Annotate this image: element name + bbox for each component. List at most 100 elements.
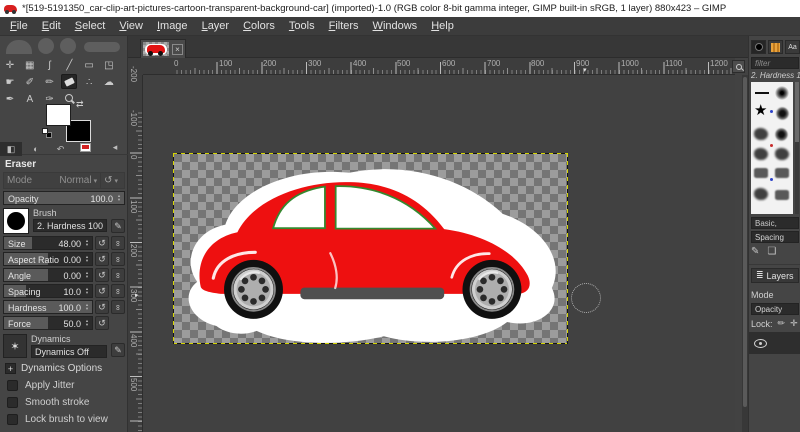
opacity-slider[interactable]: Opacity 100.0 ▴▾ [3,191,125,205]
angle-slider[interactable]: Angle 0.00 ▴▾ [3,268,93,282]
lock-brush-checkbox[interactable] [7,414,18,425]
menu-windows[interactable]: Windows [366,18,425,34]
tool-rect-select-icon[interactable]: ▭ [81,58,97,73]
layer-mode-label[interactable]: Mode [751,288,799,301]
tab-undo-history[interactable]: ↶ [50,142,72,156]
edit-brush-button-icon[interactable]: ✎ [751,246,759,257]
size-slider[interactable]: Size 48.00 ▴▾ [3,236,93,250]
menu-edit[interactable]: Edit [35,18,68,34]
brush-texture[interactable] [775,168,789,178]
brush-texture[interactable] [775,190,789,200]
foreground-color-swatch[interactable] [46,104,71,126]
zoom-follow-window-icon[interactable] [732,60,745,73]
dynamics-icon[interactable]: ✶ [3,334,27,358]
tool-alignment-icon[interactable]: ▦ [22,58,38,73]
smooth-stroke-checkbox[interactable] [7,397,18,408]
layer-row[interactable] [749,332,800,354]
new-brush-button-icon[interactable]: ❏ [767,246,776,257]
menu-select[interactable]: Select [68,18,113,34]
brush-spacing-field[interactable]: Spacing [751,231,799,243]
tab-image-thumbnail[interactable] [74,140,96,154]
hardness-link-icon[interactable]: ∞ [111,300,125,314]
spacing-slider[interactable]: Spacing 10.0 ▴▾ [3,284,93,298]
brush-thumbnail[interactable] [3,208,29,234]
brush-chalk[interactable] [754,148,768,160]
edit-dynamics-icon[interactable]: ✎ [111,343,125,357]
horizontal-ruler[interactable]: 0 100 200 300 400 500 600 700 800 900 10… [143,58,735,75]
layer-opacity-label[interactable]: Opacity [751,303,799,315]
lock-pixels-icon[interactable]: ✏ [778,318,786,329]
spacing-spinner[interactable]: ▴▾ [83,285,91,297]
tab-fonts[interactable]: Aa [785,40,800,54]
menu-layer[interactable]: Layer [195,18,237,34]
aspect-ratio-slider[interactable]: Aspect Ratio 0.00 ▴▾ [3,252,93,266]
collapse-dock-icon[interactable]: ◂ [104,140,126,154]
menu-filters[interactable]: Filters [322,18,366,34]
dynamics-entry[interactable]: Dynamics Off [31,345,107,358]
hardness-slider[interactable]: Hardness 100.0 ▴▾ [3,300,93,314]
force-reset-icon[interactable]: ↺ [95,316,109,330]
tab-layers[interactable]: ≣ Layers [751,268,799,283]
aspect-ratio-link-icon[interactable]: ∞ [111,252,125,266]
brush-filter-input[interactable]: filter [751,57,799,69]
brush-splat[interactable] [776,107,789,120]
apply-jitter-checkbox[interactable] [7,380,18,391]
brush-line[interactable] [755,92,769,94]
aspect-ratio-reset-icon[interactable]: ↺ [95,252,109,266]
edit-brush-icon[interactable]: ✎ [111,219,125,233]
spacing-link-icon[interactable]: ∞ [111,284,125,298]
brush-name-entry[interactable]: 2. Hardness 100 [33,219,107,232]
tool-warp-icon[interactable]: ☛ [2,75,18,90]
brush-grid[interactable]: ★ [751,82,793,214]
tab-patterns[interactable] [768,40,783,54]
opacity-spinner[interactable]: ▴▾ [115,192,123,204]
brush-grid-scrollbar[interactable] [795,82,799,214]
brush-chalk[interactable] [775,148,789,160]
tool-smudge-icon[interactable]: ☁ [101,75,117,90]
angle-link-icon[interactable]: ∞ [111,268,125,282]
tool-eraser-icon[interactable] [61,74,77,89]
canvas-viewport[interactable] [143,75,735,432]
brush-chalk[interactable] [754,188,768,200]
brush-splat[interactable] [775,128,788,141]
menu-file[interactable]: File [3,18,35,34]
tool-ink-icon[interactable]: ✒ [2,92,18,107]
title-bar[interactable]: *[519-5191350_car-clip-art-pictures-cart… [0,0,800,17]
image-tab[interactable]: × [140,39,186,58]
close-tab-icon[interactable]: × [172,44,183,55]
tool-airbrush-icon[interactable]: ∴ [81,75,97,90]
brush-soft-dot[interactable] [775,86,789,100]
hardness-spinner[interactable]: ▴▾ [83,301,91,313]
menu-tools[interactable]: Tools [282,18,322,34]
tab-tool-options[interactable]: ◧ [0,142,22,156]
size-link-icon[interactable]: ∞ [111,236,125,250]
force-slider[interactable]: Force 50.0 ▴▾ [3,316,93,330]
swap-colors-icon[interactable]: ⇄ [76,99,84,110]
size-reset-icon[interactable]: ↺ [95,236,109,250]
vertical-ruler[interactable]: -200 -100 0 100 200 300 400 500 ▸ [128,75,143,432]
brush-texture[interactable] [754,168,768,178]
angle-reset-icon[interactable]: ↺ [95,268,109,282]
spacing-reset-icon[interactable]: ↺ [95,284,109,298]
image-canvas[interactable] [174,154,567,343]
hardness-reset-icon[interactable]: ↺ [95,300,109,314]
menu-image[interactable]: Image [150,18,195,34]
tool-move-icon[interactable]: ✛ [2,58,18,73]
tool-paintbrush-icon[interactable]: ✐ [22,75,38,90]
tab-brushes[interactable] [751,40,766,54]
tool-measure-icon[interactable]: ╱ [61,58,77,73]
layer-visibility-eye-icon[interactable] [754,339,767,348]
force-spinner[interactable]: ▴▾ [83,317,91,329]
menu-help[interactable]: Help [424,18,461,34]
tool-free-select-icon[interactable]: ʃ [42,58,58,73]
tool-pencil-icon[interactable]: ✏ [42,75,58,90]
brush-chalk[interactable] [754,128,768,140]
menu-colors[interactable]: Colors [236,18,282,34]
mode-dropdown[interactable]: Normal [59,175,93,186]
brush-star[interactable]: ★ [754,104,767,118]
mode-reset-button[interactable]: ↺ ▾ [100,173,124,188]
menu-view[interactable]: View [112,18,150,34]
tab-device-status[interactable]: ◐ [25,142,47,156]
angle-spinner[interactable]: ▴▾ [83,269,91,281]
size-spinner[interactable]: ▴▾ [83,237,91,249]
